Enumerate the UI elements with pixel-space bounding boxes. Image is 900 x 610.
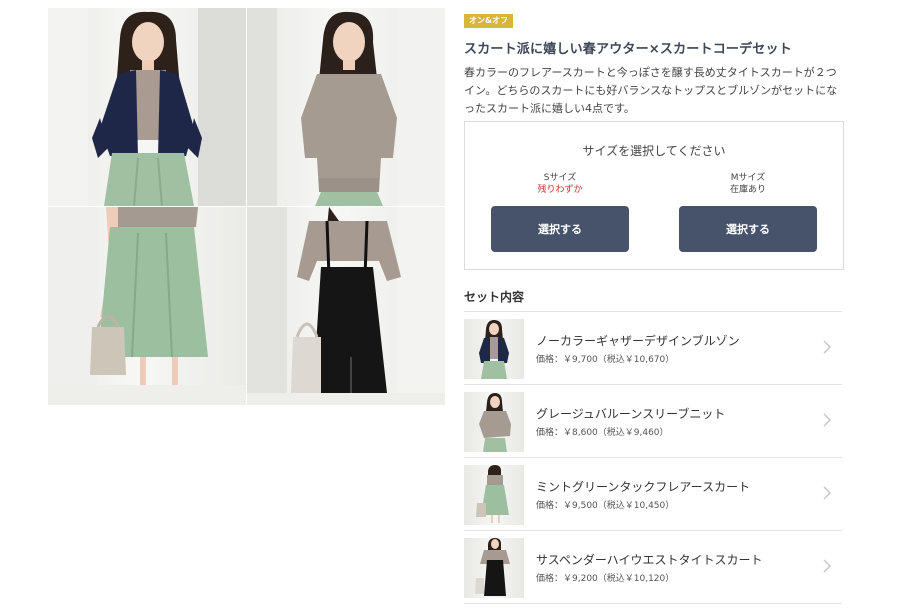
item-thumbnail [464, 319, 524, 379]
list-item[interactable]: サスペンダーハイウエストタイトスカート 価格：￥9,200（税込￥10,120） [464, 531, 842, 604]
item-name: ミントグリーンタックフレアースカート [536, 480, 751, 494]
set-contents-list: ノーカラーギャザーデザインブルゾン 価格：￥9,700（税込￥10,670） グ… [464, 311, 842, 604]
outfit-photo-3[interactable] [48, 207, 246, 405]
list-item[interactable]: ノーカラーギャザーデザインブルゾン 価格：￥9,700（税込￥10,670） [464, 312, 842, 385]
stock-status: 残りわずか [537, 185, 583, 195]
set-contents-heading: セット内容 [464, 290, 525, 304]
tight-skirt-thumbnail-image [475, 538, 510, 596]
item-name: ノーカラーギャザーデザインブルゾン [536, 334, 740, 348]
outfit-photo-4[interactable] [247, 207, 445, 405]
size-prompt: サイズを選択してください [582, 144, 726, 158]
size-option-s: Sサイズ 残りわずか 選択する [491, 172, 629, 252]
model-black-suspender-skirt-photo [247, 207, 445, 405]
size-selector: サイズを選択してください Sサイズ 残りわずか 選択する Mサイズ 在庫あり 選… [464, 121, 844, 270]
outfit-photo-1[interactable] [48, 8, 246, 206]
item-thumbnail [464, 538, 524, 598]
item-name: サスペンダーハイウエストタイトスカート [536, 553, 763, 567]
item-price: 価格：￥9,700（税込￥10,670） [536, 355, 675, 365]
blouson-thumbnail-image [479, 320, 509, 379]
list-item[interactable]: グレージュバルーンスリーブニット 価格：￥8,600（税込￥9,460） [464, 385, 842, 458]
size-option-m: Mサイズ 在庫あり 選択する [679, 172, 817, 252]
chevron-right-icon [823, 413, 832, 427]
category-badge: オン&オフ [464, 14, 513, 28]
item-name: グレージュバルーンスリーブニット [536, 407, 726, 421]
item-price: 価格：￥9,500（税込￥10,450） [536, 501, 675, 511]
stock-status: 在庫あり [729, 185, 766, 195]
model-mint-skirt-photo [48, 207, 246, 405]
product-description: 春カラーのフレアースカートと今っぽさを醸す長め丈タイトスカートが２つイン。どちら… [464, 66, 838, 115]
outfit-gallery [48, 8, 446, 405]
model-navy-jacket-photo [48, 8, 246, 206]
list-item[interactable]: ミントグリーンタックフレアースカート 価格：￥9,500（税込￥10,450） [464, 458, 842, 531]
chevron-right-icon [823, 340, 832, 354]
outfit-photo-2[interactable] [247, 8, 445, 206]
item-price: 価格：￥8,600（税込￥9,460） [536, 428, 669, 438]
knit-thumbnail-image [479, 393, 511, 452]
select-size-s-button[interactable]: 選択する [491, 206, 629, 252]
size-label: Mサイズ [730, 173, 766, 183]
size-label: Sサイズ [543, 173, 577, 183]
item-thumbnail [464, 392, 524, 452]
chevron-right-icon [823, 559, 832, 573]
chevron-right-icon [823, 486, 832, 500]
product-panel: オン&オフ スカート派に嬉しい春アウター×スカートコーデセット 春カラーのフレア… [464, 8, 844, 604]
product-title: スカート派に嬉しい春アウター×スカートコーデセット [464, 42, 792, 57]
item-thumbnail [464, 465, 524, 525]
item-price: 価格：￥9,200（税込￥10,120） [536, 574, 675, 584]
model-greige-knit-photo [247, 8, 445, 206]
select-size-m-button[interactable]: 選択する [679, 206, 817, 252]
flare-skirt-thumbnail-image [476, 465, 509, 523]
